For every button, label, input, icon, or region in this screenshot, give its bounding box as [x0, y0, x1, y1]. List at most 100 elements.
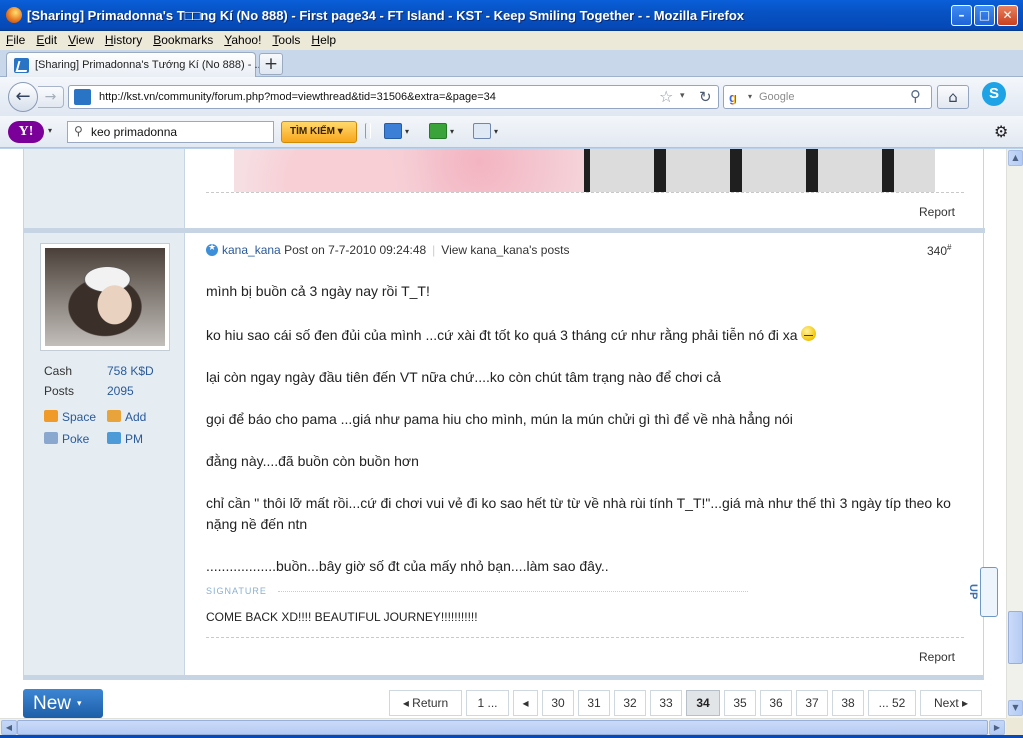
vertical-scrollbar[interactable]: ▲ ▼ — [1006, 149, 1023, 718]
divider: | — [432, 243, 436, 257]
forward-button[interactable]: → — [38, 86, 64, 108]
yahoo-search-input[interactable]: ⚲ keo primadonna — [67, 121, 274, 143]
menu-edit[interactable]: Edit — [30, 31, 62, 47]
yahoo-logo-icon[interactable]: Y! — [8, 121, 44, 143]
page-30[interactable]: 30 — [542, 690, 574, 716]
close-button[interactable]: ✕ — [997, 5, 1018, 26]
yahoo-search-value[interactable]: keo primadonna — [91, 125, 177, 139]
page-prev-button[interactable]: ◂ — [513, 690, 538, 716]
add-friend-link[interactable]: Add — [107, 410, 146, 424]
signature-divider — [278, 591, 748, 592]
skype-button[interactable]: S — [976, 82, 1012, 112]
page-33[interactable]: 33 — [650, 690, 682, 716]
page-31[interactable]: 31 — [578, 690, 610, 716]
yahoo-search-button[interactable]: TÌM KIẾM ▾ — [281, 121, 357, 143]
horizontal-scrollbar[interactable]: ◀ ▶ — [0, 718, 1006, 735]
maximize-button[interactable]: □ — [974, 5, 995, 26]
post-number-suffix: # — [947, 243, 952, 252]
previous-post-sidebar — [24, 149, 185, 228]
page-next-button[interactable]: Next ▸ — [920, 690, 982, 716]
posts-value[interactable]: 2095 — [107, 384, 134, 398]
url-bar[interactable]: http://kst.vn/community/forum.php?mod=vi… — [68, 85, 719, 109]
chevron-down-icon[interactable]: ▾ — [494, 127, 498, 136]
firefox-icon[interactable] — [6, 7, 22, 23]
web-search-box[interactable]: g ▾ Google ⚲ — [723, 85, 932, 109]
scroll-up-button[interactable]: ▲ — [1008, 150, 1023, 166]
posts-label: Posts — [44, 384, 75, 398]
post-line: đằng này....đã buồn còn buồn hơn — [206, 453, 419, 469]
poke-link[interactable]: Poke — [44, 432, 89, 446]
mail-icon — [384, 123, 402, 139]
yahoo-toolbar: Y! ▾ ⚲ keo primadonna TÌM KIẾM ▾ ▾ ▾ ▾ ⚙ — [0, 116, 1023, 148]
report-link[interactable]: Report — [919, 650, 955, 664]
poke-link-label: Poke — [62, 432, 90, 446]
yahoo-search-button-label: TÌM KIẾM — [290, 126, 335, 137]
post-line: lại còn ngay ngày đầu tiên đến VT nữa ch… — [206, 369, 721, 385]
page-viewport: Report Cash 758 K$D Posts 2095 Space Add… — [0, 149, 1006, 718]
post-number[interactable]: 340# — [927, 243, 951, 258]
page-first[interactable]: 1 ... — [466, 690, 509, 716]
pm-link[interactable]: PM — [107, 432, 143, 446]
page-37[interactable]: 37 — [796, 690, 828, 716]
return-button[interactable]: ◂ Return — [389, 690, 462, 716]
image-left-part — [234, 149, 584, 192]
home-button[interactable]: ⌂ — [937, 85, 969, 109]
space-link[interactable]: Space — [44, 410, 96, 424]
menu-yahoo[interactable]: Yahoo! — [218, 31, 266, 47]
scroll-left-button[interactable]: ◀ — [1, 720, 17, 735]
menu-tools[interactable]: Tools — [266, 31, 305, 47]
pm-link-label: PM — [125, 432, 143, 446]
new-thread-button[interactable]: New ▾ — [23, 689, 103, 718]
menu-bar: File Edit View History Bookmarks Yahoo! Tools H… — [0, 31, 1023, 50]
new-thread-label: New — [33, 693, 72, 714]
browser-tab[interactable]: [Sharing] Primadonna's Tướng Kí (No 888)… — [6, 52, 264, 77]
url-text[interactable]: http://kst.vn/community/forum.php?mod=vi… — [99, 91, 496, 103]
scroll-right-button[interactable]: ▶ — [989, 720, 1005, 735]
author-link[interactable]: kana_kana — [222, 243, 281, 257]
bookmark-star-icon[interactable]: ☆ — [659, 87, 673, 106]
vertical-scroll-thumb[interactable] — [1008, 611, 1023, 664]
new-tab-button[interactable]: + — [259, 53, 283, 75]
search-icon[interactable]: ⚲ — [910, 87, 921, 105]
menu-help[interactable]: Help — [305, 31, 341, 47]
url-history-dropdown-icon[interactable]: ▾ — [680, 91, 685, 101]
reload-icon[interactable]: ↻ — [699, 88, 712, 106]
yahoo-pages-button[interactable]: ▾ — [473, 123, 498, 141]
chevron-down-icon[interactable]: ▾ — [405, 127, 409, 136]
back-to-top-button[interactable]: UP — [967, 567, 998, 617]
image-right-part — [584, 149, 935, 192]
menu-bookmarks[interactable]: Bookmarks — [147, 31, 218, 47]
report-link-previous[interactable]: Report — [919, 205, 955, 219]
thread-content: Report Cash 758 K$D Posts 2095 Space Add… — [23, 149, 998, 680]
horizontal-scroll-thumb[interactable] — [17, 720, 988, 735]
menu-view[interactable]: View — [62, 31, 99, 47]
view-author-posts-link[interactable]: View kana_kana's posts — [441, 243, 569, 257]
chevron-down-icon[interactable]: ▾ — [450, 127, 454, 136]
avatar[interactable] — [40, 243, 170, 351]
search-placeholder[interactable]: Google — [759, 91, 794, 103]
title-bar[interactable]: [Sharing] Primadonna's T□□ng Kí (No 888)… — [0, 0, 1023, 31]
gear-icon[interactable]: ⚙ — [994, 122, 1008, 141]
scroll-down-button[interactable]: ▼ — [1008, 700, 1023, 716]
yahoo-mail-button[interactable]: ▾ — [384, 123, 409, 141]
post-bottom-border — [23, 675, 984, 680]
search-engine-dropdown-icon[interactable]: ▾ — [748, 92, 752, 101]
chevron-down-icon[interactable]: ▾ — [77, 698, 82, 708]
page-36[interactable]: 36 — [760, 690, 792, 716]
add-friend-link-label: Add — [125, 410, 147, 424]
back-button[interactable]: ← — [8, 82, 38, 112]
signature-label: SIGNATURE — [206, 586, 267, 596]
yahoo-messenger-button[interactable]: ▾ — [429, 123, 454, 141]
page-35[interactable]: 35 — [724, 690, 756, 716]
toolbar-separator-icon — [365, 123, 371, 141]
minimize-button[interactable]: – — [951, 5, 972, 26]
page-32[interactable]: 32 — [614, 690, 646, 716]
divider — [206, 192, 964, 193]
yahoo-menu-dropdown-icon[interactable]: ▾ — [48, 126, 52, 135]
page-last[interactable]: ... 52 — [868, 690, 916, 716]
chevron-down-icon: ▾ — [337, 126, 343, 137]
page-38[interactable]: 38 — [832, 690, 864, 716]
google-icon[interactable]: g — [729, 90, 737, 105]
menu-file[interactable]: File — [0, 31, 30, 47]
menu-history[interactable]: History — [99, 31, 147, 47]
